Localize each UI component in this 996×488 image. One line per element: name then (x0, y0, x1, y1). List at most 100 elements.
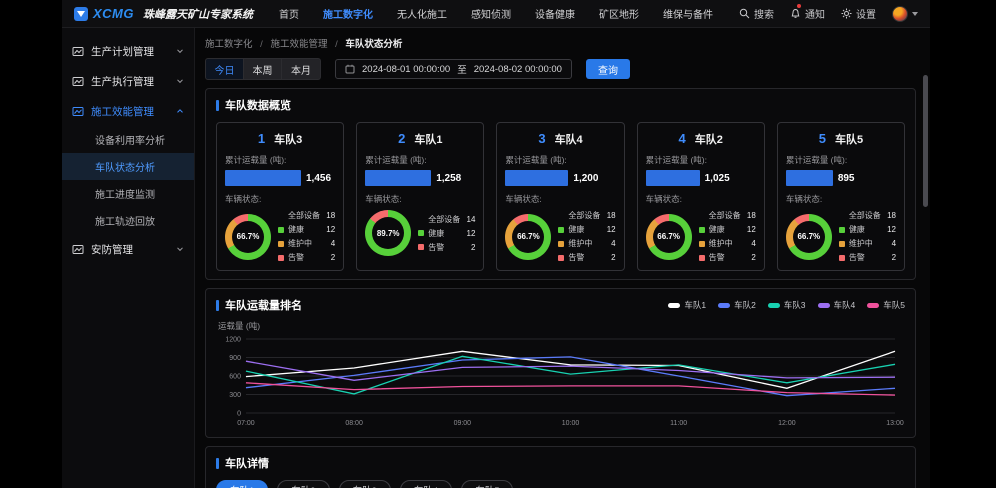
chart-legend-item[interactable]: 车队1 (668, 299, 706, 311)
tab-fleet-1[interactable]: 车队1 (216, 480, 268, 488)
load-value: 1,456 (306, 173, 331, 184)
tab-fleet-5[interactable]: 车队5 (461, 480, 513, 488)
nav-construction-digital[interactable]: 施工数字化 (323, 6, 373, 21)
status-label: 车辆状态: (365, 193, 475, 205)
fleet-rank: 3 (538, 131, 545, 146)
sidebar-group-construction-efficiency[interactable]: 施工效能管理 (62, 96, 194, 126)
load-label: 累计运载量 (吨): (225, 154, 335, 166)
quick-range-month[interactable]: 本月 (282, 59, 320, 79)
sidebar-group-security[interactable]: 安防管理 (62, 234, 194, 264)
status-label: 车辆状态: (646, 193, 756, 205)
nav-home[interactable]: 首页 (279, 6, 299, 21)
scrollbar[interactable] (923, 75, 928, 207)
sidebar-item-equipment-utilization[interactable]: 设备利用率分析 (62, 126, 194, 153)
load-value: 895 (838, 173, 855, 184)
menu-icon (72, 46, 84, 57)
load-label: 累计运载量 (吨): (365, 154, 475, 166)
notification-badge (797, 4, 801, 8)
legend-swatch-empty (418, 216, 424, 222)
fleet-card[interactable]: 2 车队1 累计运载量 (吨): 1,258 车辆状态: 89.7% 全部设备1… (356, 122, 484, 271)
fleet-name: 车队2 (695, 131, 723, 147)
notifications-button[interactable]: 通知 (790, 6, 825, 21)
date-start-value: 2024-08-01 00:00:00 (362, 64, 450, 75)
chart-legend: 车队1 车队2 车队3 车队4 车队5 (668, 299, 905, 311)
legend-row: 告警2 (278, 252, 335, 263)
chart-legend-item[interactable]: 车队3 (768, 299, 806, 311)
breadcrumb: 施工数字化 / 施工效能管理 / 车队状态分析 (205, 36, 916, 50)
nav-unmanned[interactable]: 无人化施工 (397, 6, 447, 21)
status-legend: 全部设备14健康12告警2 (418, 214, 475, 253)
fleet-overview-title: 车队数据概览 (216, 97, 905, 113)
status-donut-chart: 66.7% (646, 214, 692, 260)
svg-text:08:00: 08:00 (345, 420, 363, 427)
fleet-card[interactable]: 4 车队2 累计运载量 (吨): 1,025 车辆状态: 66.7% 全部设备1… (637, 122, 765, 271)
filter-row: 今日 本周 本月 2024-08-01 00:00:00 至 2024-08-0… (205, 58, 916, 80)
legend-swatch (558, 241, 564, 247)
settings-button[interactable]: 设置 (841, 6, 876, 21)
quick-range-today[interactable]: 今日 (206, 59, 244, 79)
legend-row: 健康12 (699, 224, 756, 235)
menu-icon (72, 106, 84, 117)
health-percentage: 89.7% (365, 210, 411, 256)
nav-equipment-health[interactable]: 设备健康 (535, 6, 575, 21)
status-label: 车辆状态: (505, 193, 615, 205)
tab-fleet-2[interactable]: 车队2 (277, 480, 329, 488)
sidebar-item-fleet-status[interactable]: 车队状态分析 (62, 153, 194, 180)
fleet-card[interactable]: 1 车队3 累计运载量 (吨): 1,456 车辆状态: 66.7% 全部设备1… (216, 122, 344, 271)
chart-legend-item[interactable]: 车队4 (818, 299, 856, 311)
legend-row: 全部设备18 (278, 210, 335, 221)
nav-maintenance-parts[interactable]: 维保与备件 (663, 6, 713, 21)
y-axis-label: 运载量 (吨) (218, 320, 905, 332)
sidebar-item-track-replay[interactable]: 施工轨迹回放 (62, 207, 194, 234)
fleet-details-panel: 车队详情 车队1 车队2 车队3 车队4 车队5 序号 设备名称 设备序列号 今… (205, 446, 916, 488)
svg-text:10:00: 10:00 (562, 420, 580, 427)
tab-fleet-4[interactable]: 车队4 (400, 480, 452, 488)
load-ranking-title: 车队运载量排名 (216, 297, 302, 313)
chart-legend-item[interactable]: 车队5 (867, 299, 905, 311)
fleet-details-title: 车队详情 (216, 455, 905, 471)
load-bar (365, 170, 431, 186)
svg-text:0: 0 (237, 410, 241, 417)
date-range-picker[interactable]: 2024-08-01 00:00:00 至 2024-08-02 00:00:0… (335, 59, 572, 79)
tab-fleet-3[interactable]: 车队3 (339, 480, 391, 488)
chevron-down-icon (912, 12, 918, 16)
svg-text:900: 900 (229, 355, 241, 362)
legend-row: 健康12 (278, 224, 335, 235)
fleet-rank: 2 (398, 131, 405, 146)
sidebar-group-production-exec[interactable]: 生产执行管理 (62, 66, 194, 96)
legend-swatch-empty (699, 213, 705, 219)
nav-perception[interactable]: 感知侦测 (471, 6, 511, 21)
chevron-down-icon (176, 47, 184, 55)
status-legend: 全部设备18健康12维护中4告警2 (558, 210, 615, 263)
fleet-rank: 5 (819, 131, 826, 146)
load-bar (505, 170, 568, 186)
search-button[interactable]: 搜索 (739, 6, 774, 21)
user-menu[interactable] (892, 6, 918, 22)
legend-swatch (278, 255, 284, 261)
fleet-tabs: 车队1 车队2 车队3 车队4 车队5 (216, 480, 905, 488)
legend-row: 全部设备18 (699, 210, 756, 221)
app-window: XCMG 珠峰露天矿山专家系统 首页 施工数字化 无人化施工 感知侦测 设备健康… (62, 0, 930, 488)
nav-mine-terrain[interactable]: 矿区地形 (599, 6, 639, 21)
quick-range-week[interactable]: 本周 (244, 59, 282, 79)
sidebar-item-progress-monitor[interactable]: 施工进度监测 (62, 180, 194, 207)
status-label: 车辆状态: (225, 193, 335, 205)
status-legend: 全部设备18健康12维护中4告警2 (839, 210, 896, 263)
legend-swatch (699, 227, 705, 233)
fleet-rank: 4 (679, 131, 686, 146)
load-bar (646, 170, 700, 186)
sidebar: 生产计划管理 生产执行管理 施工效能管理 设备利用率 (62, 28, 195, 488)
health-percentage: 66.7% (786, 214, 832, 260)
chart-legend-item[interactable]: 车队2 (718, 299, 756, 311)
fleet-card[interactable]: 3 车队4 累计运载量 (吨): 1,200 车辆状态: 66.7% 全部设备1… (496, 122, 624, 271)
fleet-card[interactable]: 5 车队5 累计运载量 (吨): 895 车辆状态: 66.7% 全部设备18健… (777, 122, 905, 271)
query-button[interactable]: 查询 (586, 59, 630, 79)
date-end-value: 2024-08-02 00:00:00 (474, 64, 562, 75)
legend-row: 全部设备18 (558, 210, 615, 221)
legend-swatch (839, 241, 845, 247)
legend-swatch (278, 241, 284, 247)
sidebar-group-production-plan[interactable]: 生产计划管理 (62, 36, 194, 66)
gear-icon (841, 8, 852, 19)
content-area: 施工数字化 / 施工效能管理 / 车队状态分析 今日 本周 本月 2024-08… (195, 28, 930, 488)
legend-swatch (418, 230, 424, 236)
